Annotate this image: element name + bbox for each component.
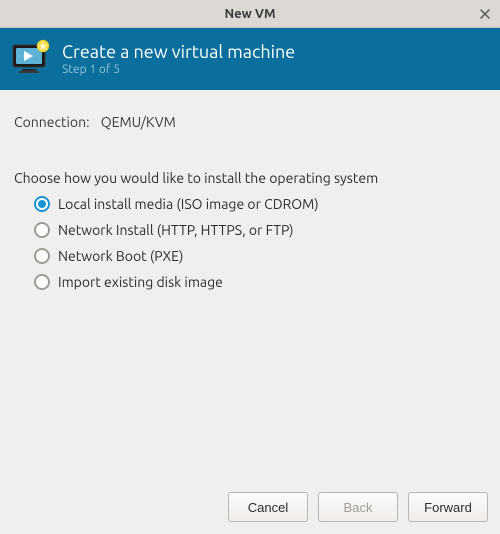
- banner-step: Step 1 of 5: [62, 63, 295, 76]
- forward-button[interactable]: Forward: [408, 492, 488, 522]
- content: Connection: QEMU/KVM Choose how you woul…: [0, 90, 500, 482]
- banner: Create a new virtual machine Step 1 of 5: [0, 28, 500, 90]
- titlebar: New VM: [0, 0, 500, 28]
- close-icon[interactable]: [478, 7, 492, 21]
- option-network-boot[interactable]: Network Boot (PXE): [34, 248, 486, 264]
- window-title: New VM: [224, 7, 275, 21]
- option-label: Network Boot (PXE): [58, 248, 183, 264]
- option-label: Import existing disk image: [58, 274, 223, 290]
- radio-icon: [34, 274, 50, 290]
- option-import-disk[interactable]: Import existing disk image: [34, 274, 486, 290]
- radio-icon: [34, 222, 50, 238]
- radio-icon: [34, 196, 50, 212]
- option-local-media[interactable]: Local install media (ISO image or CDROM): [34, 196, 486, 212]
- connection-label: Connection:: [14, 114, 90, 130]
- vm-icon: [10, 38, 52, 80]
- option-network-install[interactable]: Network Install (HTTP, HTTPS, or FTP): [34, 222, 486, 238]
- banner-title: Create a new virtual machine: [62, 42, 295, 63]
- install-method-prompt: Choose how you would like to install the…: [14, 170, 486, 186]
- option-label: Network Install (HTTP, HTTPS, or FTP): [58, 222, 294, 238]
- radio-icon: [34, 248, 50, 264]
- install-options: Local install media (ISO image or CDROM)…: [34, 196, 486, 290]
- banner-text: Create a new virtual machine Step 1 of 5: [62, 42, 295, 77]
- cancel-button[interactable]: Cancel: [228, 492, 308, 522]
- connection-row: Connection: QEMU/KVM: [14, 114, 486, 130]
- back-button[interactable]: Back: [318, 492, 398, 522]
- option-label: Local install media (ISO image or CDROM): [58, 196, 319, 212]
- footer: Cancel Back Forward: [0, 482, 500, 534]
- connection-value: QEMU/KVM: [101, 114, 176, 130]
